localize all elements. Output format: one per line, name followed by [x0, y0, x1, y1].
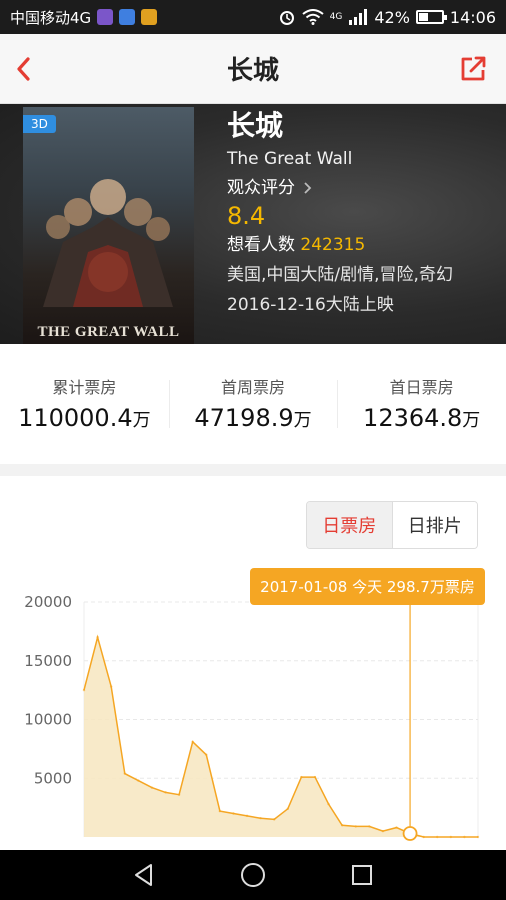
status-bar: 中国移动4G 4G 42% 14:06 — [0, 0, 506, 34]
chart-point — [273, 818, 276, 821]
chevron-right-icon — [304, 182, 312, 194]
notification-app-icon — [141, 9, 158, 25]
chart-point — [313, 775, 317, 779]
triangle-back-icon — [135, 864, 153, 886]
network-type-label: 4G — [329, 11, 343, 22]
chart-point — [232, 812, 235, 815]
system-nav-bar — [0, 850, 506, 900]
chart-point — [436, 835, 439, 839]
box-office-chart-card: 日票房 日排片 20000 15000 10000 5000 2017-01-08 今… — [0, 476, 506, 850]
audience-rating-link[interactable]: 观众评分 — [227, 174, 453, 202]
movie-title-en: The Great Wall — [227, 149, 353, 169]
chart-point — [164, 791, 167, 794]
box-office-chart[interactable]: 20000 15000 10000 5000 — [0, 476, 506, 850]
genre-line: 美国,中国大陆/剧情,冒险,奇幻 — [227, 265, 453, 285]
notification-app-icon — [119, 9, 136, 25]
chart-point — [449, 835, 453, 839]
back-arrow-icon[interactable] — [10, 52, 40, 86]
y-tick-label: 5000 — [34, 769, 72, 787]
stat-unit: 万 — [293, 410, 312, 431]
movie-poster[interactable]: 3D THE GREAT WALL — [23, 107, 194, 347]
stat-number: 110000.4 — [18, 404, 133, 432]
recents-button[interactable] — [347, 860, 377, 890]
rating-score: 8.4 — [227, 202, 266, 230]
y-tick-label: 20000 — [24, 593, 72, 611]
chart-highlight-point — [402, 826, 418, 841]
carrier-label: 中国移动4G — [10, 8, 92, 27]
release-date: 2016-12-16大陆上映 — [227, 295, 394, 315]
chart-point — [463, 835, 466, 839]
share-icon[interactable] — [458, 54, 488, 84]
want-to-see: 想看人数 242315 — [227, 230, 453, 260]
battery-percent: 42% — [374, 7, 410, 27]
chart-point — [395, 826, 398, 829]
chart-point — [218, 809, 222, 813]
chart-point — [82, 688, 86, 692]
home-button[interactable] — [238, 860, 268, 890]
chart-point — [476, 835, 480, 839]
chart-point — [205, 753, 208, 756]
back-button[interactable] — [129, 860, 159, 890]
chart-area — [84, 637, 478, 837]
square-recents-icon — [351, 865, 372, 885]
signal-icon — [349, 9, 368, 25]
y-tick-label: 10000 — [24, 711, 72, 729]
chart-point — [96, 636, 99, 639]
chart-point — [354, 825, 357, 828]
stat-number: 12364.8 — [363, 404, 463, 432]
stat-first-day: 首日票房 12364.8万 — [337, 344, 506, 464]
stat-value: 110000.4万 — [0, 404, 169, 432]
stat-label: 首周票房 — [221, 378, 286, 397]
chart-point — [422, 835, 425, 839]
stat-total: 累计票房 110000.4万 — [0, 344, 169, 464]
chart-point — [191, 740, 194, 744]
y-tick-label: 15000 — [24, 652, 72, 670]
stat-label: 累计票房 — [52, 378, 117, 397]
chart-point — [109, 685, 113, 688]
chart-point — [368, 825, 371, 828]
nav-bar: 长城 — [0, 34, 506, 104]
poster-artwork — [43, 179, 173, 307]
chart-point — [177, 793, 181, 796]
stat-value: 47198.9万 — [169, 404, 338, 432]
clock: 14:06 — [449, 7, 496, 27]
movie-title-cn: 长城 — [227, 109, 284, 142]
stat-first-week: 首周票房 47198.9万 — [168, 344, 338, 464]
poster-title: THE GREAT WALL — [37, 324, 180, 340]
stat-unit: 万 — [462, 410, 481, 431]
movie-header: 3D THE GREAT WALL 长城 The Great Wall 观众评分… — [0, 104, 506, 347]
page-title: 长城 — [226, 56, 279, 86]
chart-point — [123, 772, 126, 775]
stat-unit: 万 — [132, 410, 151, 431]
notification-app-icon — [97, 9, 114, 25]
stat-number: 47198.9 — [194, 404, 294, 432]
chart-point — [340, 824, 344, 827]
3d-badge: 3D — [23, 115, 56, 133]
movie-info: 长城 The Great Wall 观众评分 8.4 想看人数 242315 美… — [227, 108, 453, 320]
chart-point — [327, 802, 330, 806]
chart-point — [137, 779, 140, 782]
chart-point — [150, 786, 154, 789]
alarm-icon — [279, 11, 294, 25]
chart-point — [381, 829, 385, 833]
battery-icon — [415, 10, 447, 24]
chart-tooltip: 2017-01-08 今天 298.7万票房 — [250, 568, 485, 605]
chart-point — [300, 775, 303, 779]
stat-value: 12364.8万 — [337, 404, 506, 432]
wifi-icon — [302, 9, 324, 25]
circle-home-icon — [240, 863, 265, 887]
chart-point — [286, 807, 289, 810]
chart-point — [259, 817, 262, 820]
want-count: 242315 — [300, 235, 366, 255]
chart-point — [245, 814, 249, 818]
rating-label: 观众评分 — [227, 178, 295, 198]
stat-label: 首日票房 — [389, 378, 454, 397]
box-office-stats: 累计票房 110000.4万 首周票房 47198.9万 首日票房 12364.… — [0, 344, 506, 464]
want-label: 想看人数 — [227, 235, 295, 255]
